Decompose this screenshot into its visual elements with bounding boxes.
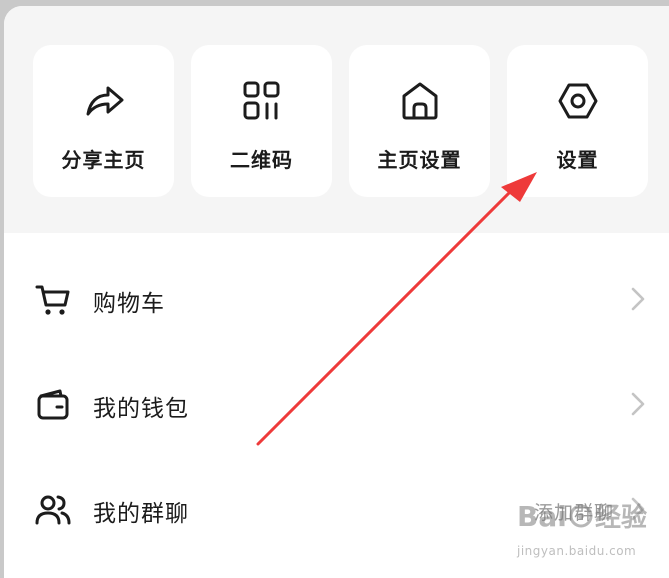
wallet-icon [37, 389, 69, 420]
quick-actions-panel: 分享主页 二维码 主页设置 设置 [4, 6, 669, 233]
add-group-chat-link[interactable]: 添加群聊 [534, 498, 614, 525]
homepage-settings-button[interactable]: 主页设置 [349, 45, 490, 197]
menu-item-label: 我的钱包 [93, 396, 189, 422]
hexagon-settings-icon [558, 83, 597, 119]
qr-code-button[interactable]: 二维码 [191, 45, 332, 197]
qr-code-icon [243, 81, 279, 120]
share-icon [86, 86, 123, 116]
share-homepage-label: 分享主页 [61, 148, 146, 172]
menu-item-group-chats[interactable]: 我的群聊 添加群聊 [4, 458, 669, 558]
shopping-cart-icon [35, 285, 70, 315]
homepage-settings-label: 主页设置 [377, 148, 462, 172]
menu-item-label: 购物车 [93, 291, 165, 317]
users-icon [35, 495, 71, 525]
menu-item-label: 我的群聊 [93, 501, 189, 527]
menu-item-wallet[interactable]: 我的钱包 [4, 353, 669, 453]
menu-item-shopping-cart[interactable]: 购物车 [4, 248, 669, 348]
bottom-sheet: 分享主页 二维码 主页设置 设置 购物车 我的钱包 我的群聊 添加群聊 [4, 6, 669, 578]
home-icon [402, 82, 437, 120]
settings-button[interactable]: 设置 [507, 45, 648, 197]
settings-label: 设置 [556, 148, 599, 172]
chevron-right-icon [631, 497, 645, 521]
chevron-right-icon [631, 287, 645, 311]
share-homepage-button[interactable]: 分享主页 [33, 45, 174, 197]
qr-code-label: 二维码 [230, 148, 293, 172]
chevron-right-icon [631, 392, 645, 416]
